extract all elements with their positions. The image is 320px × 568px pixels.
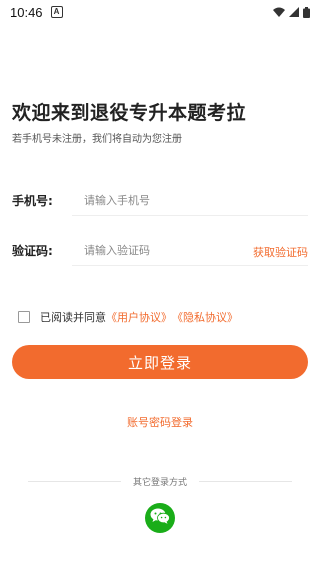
status-time: 10:46 [10,4,43,20]
code-label: 验证码: [12,244,53,258]
status-left: 10:46 A [10,5,63,20]
other-login-divider: 其它登录方式 [28,474,293,488]
login-button[interactable]: 立即登录 [12,345,308,379]
agreement: 已阅读并同意 《用户协议》 《隐私协议》 [18,309,238,325]
page-title: 欢迎来到退役专升本题考拉 [12,102,247,124]
wechat-icon [150,508,170,528]
agreement-checkbox[interactable] [18,311,30,323]
divider-right [199,480,293,482]
status-bar: 10:46 A [0,0,320,24]
other-login-label: 其它登录方式 [133,477,188,488]
login-screen: 10:46 A 欢迎来到退役专升本题考拉 若手机号未注册，我们将自动为您注册 手… [0,0,320,568]
divider-left [28,480,121,482]
phone-row: 手机号: [12,186,308,216]
page-subtitle: 若手机号未注册，我们将自动为您注册 [12,134,182,145]
wechat-login-button[interactable] [145,503,175,533]
phone-label: 手机号: [12,194,53,208]
phone-input[interactable] [72,186,308,216]
privacy-policy-link[interactable]: 《隐私协议》 [172,309,238,325]
a-icon: A [50,6,63,18]
signal-icon [289,7,299,17]
status-right [273,6,310,18]
code-row: 验证码: 获取验证码 [12,236,308,266]
wifi-icon [273,7,285,17]
user-agreement-link[interactable]: 《用户协议》 [106,309,172,325]
battery-icon [303,6,310,18]
password-login-link[interactable]: 账号密码登录 [0,414,320,430]
agreement-prefix: 已阅读并同意 [40,311,106,324]
get-code-button[interactable]: 获取验证码 [253,244,308,260]
